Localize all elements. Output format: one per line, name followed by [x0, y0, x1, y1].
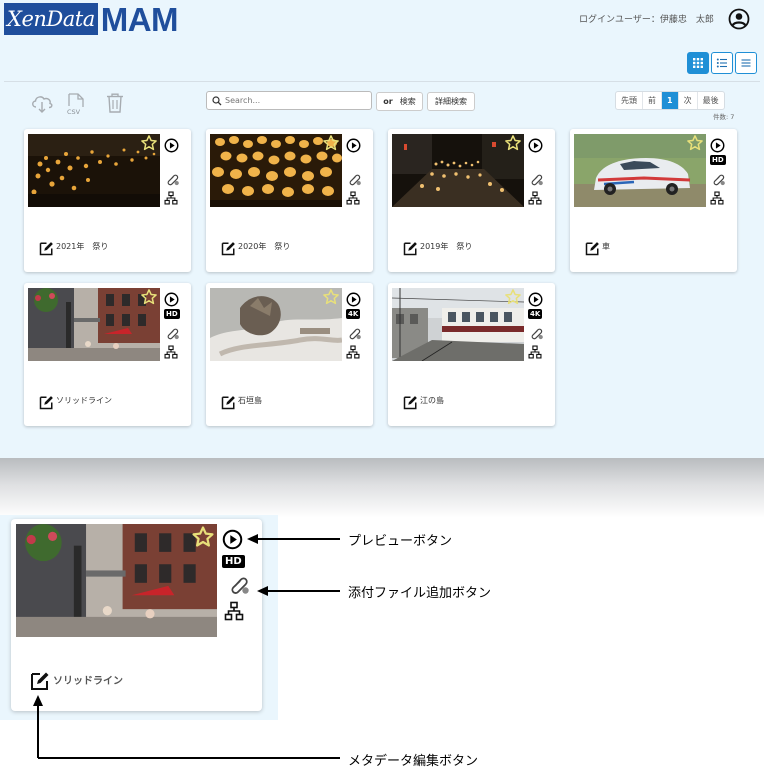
meta-edit-button-annotation: メタデータ編集ボタン [348, 754, 479, 769]
preview-button-annotation: プレビューボタン [348, 534, 453, 549]
attach-button-annotation: 添付ファイル追加ボタン [348, 586, 492, 601]
annotation-arrows [33, 534, 340, 759]
